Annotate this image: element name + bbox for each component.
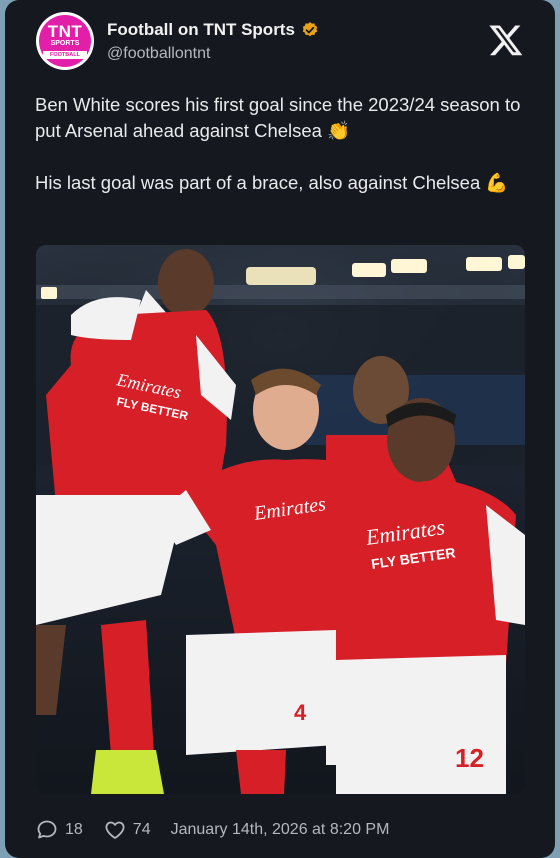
tnt-sports-logo: TNT SPORTS FOOTBALL [39, 15, 91, 67]
account-handle[interactable]: @footballontnt [107, 45, 210, 63]
account-name[interactable]: Football on TNT Sports [107, 20, 295, 40]
post-footer: 18 74 January 14th, 2026 at 8:20 PM [35, 818, 389, 842]
shirt-number-left: 4 [294, 700, 307, 725]
reply-count: 18 [65, 821, 83, 838]
celebration-photo: Emirates FLY BETTER Emirates 4 Emirates … [36, 245, 525, 794]
post-timestamp[interactable]: January 14th, 2026 at 8:20 PM [171, 821, 390, 839]
avatar[interactable]: TNT SPORTS FOOTBALL [36, 12, 94, 70]
verified-badge-icon [302, 22, 318, 37]
avatar-text-sports: SPORTS [50, 40, 80, 47]
avatar-text-tnt: TNT [47, 22, 83, 41]
reply-bubble-icon [37, 820, 57, 839]
reply-action[interactable]: 18 [35, 818, 83, 842]
post-image[interactable]: Emirates FLY BETTER Emirates 4 Emirates … [36, 245, 525, 794]
like-count: 74 [132, 821, 151, 838]
post-paragraph-2: His last goal was part of a brace, also … [35, 172, 509, 193]
like-action[interactable]: 74 [103, 818, 151, 842]
account-name-row: Football on TNT Sports [107, 20, 319, 40]
heart-icon [105, 821, 125, 839]
post-card: TNT SPORTS FOOTBALL Football on TNT Spor… [5, 0, 555, 858]
post-paragraph-1: Ben White scores his first goal since th… [35, 94, 521, 141]
x-logo-icon[interactable] [487, 22, 525, 58]
post-text: Ben White scores his first goal since th… [35, 92, 535, 196]
avatar-text-football: FOOTBALL [43, 51, 87, 59]
shirt-number-right: 12 [455, 743, 484, 773]
